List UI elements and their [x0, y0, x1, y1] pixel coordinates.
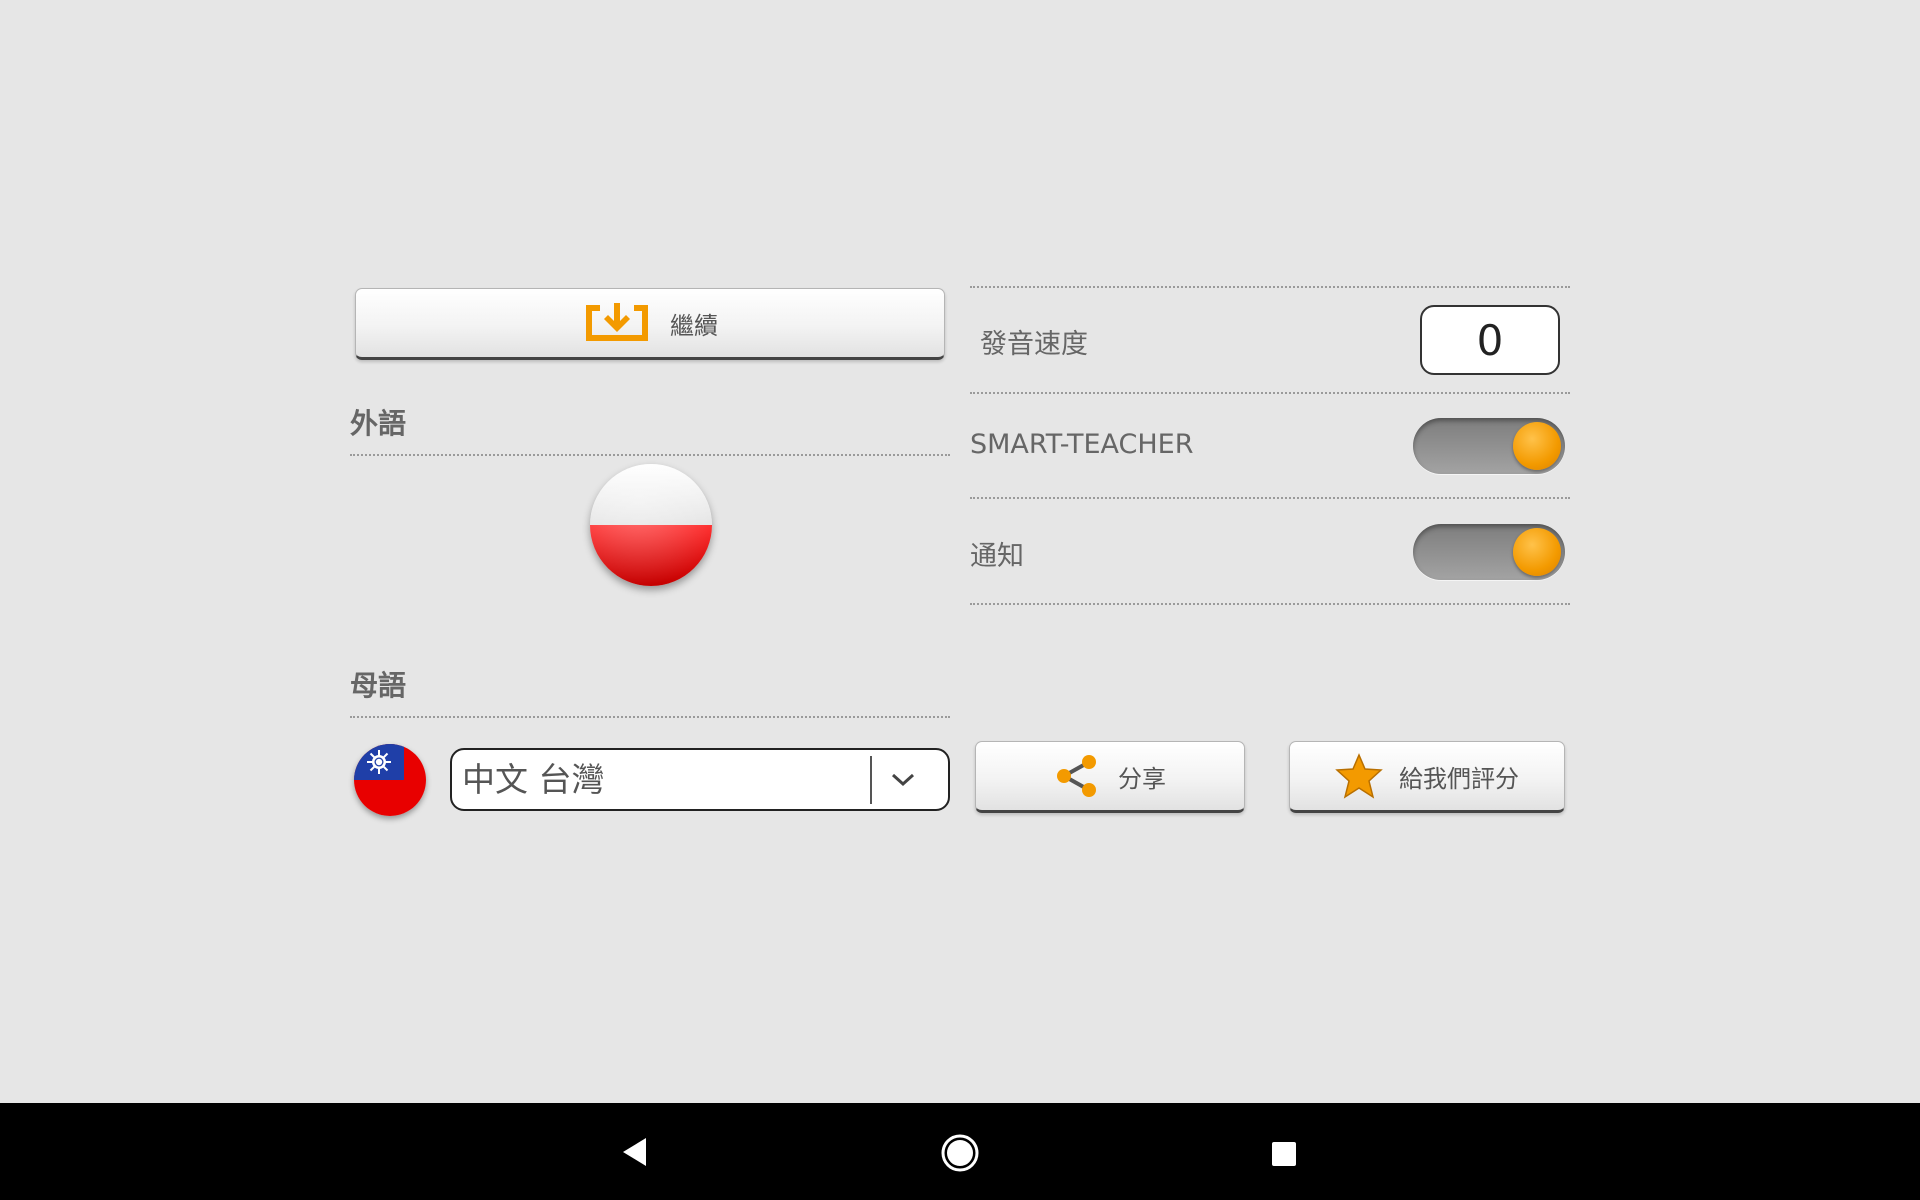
- rate-label: 給我們評分: [1399, 764, 1519, 793]
- download-tray-icon: [582, 301, 652, 345]
- select-divider: [870, 756, 872, 804]
- divider: [970, 603, 1570, 605]
- speech-speed-label: 發音速度: [980, 329, 1088, 360]
- poland-flag-icon[interactable]: [590, 464, 712, 586]
- divider: [970, 286, 1570, 288]
- toggle-knob: [1513, 528, 1561, 576]
- settings-screen: 繼續 外語 母語 中文 台灣 發音速度 0 SMART-TEACHER 通知 分…: [0, 0, 1920, 1200]
- recents-icon[interactable]: [1271, 1141, 1297, 1171]
- divider: [970, 392, 1570, 394]
- home-icon[interactable]: [940, 1133, 980, 1177]
- continue-label: 繼續: [670, 311, 718, 340]
- smart-teacher-toggle[interactable]: [1413, 418, 1565, 474]
- divider: [350, 716, 950, 718]
- native-language-title: 母語: [350, 669, 407, 702]
- navigation-bar: [0, 1103, 1920, 1200]
- native-language-value: 中文 台灣: [462, 760, 605, 799]
- speech-speed-value[interactable]: 0: [1420, 305, 1560, 375]
- share-button[interactable]: 分享: [975, 741, 1245, 813]
- notification-label: 通知: [970, 541, 1024, 572]
- star-icon: [1335, 753, 1383, 799]
- rate-button[interactable]: 給我們評分: [1289, 741, 1565, 813]
- divider: [350, 454, 950, 456]
- share-label: 分享: [1118, 764, 1166, 793]
- back-icon[interactable]: [620, 1136, 650, 1172]
- notification-toggle[interactable]: [1413, 524, 1565, 580]
- smart-teacher-label: SMART-TEACHER: [970, 429, 1194, 460]
- foreign-language-title: 外語: [350, 407, 407, 440]
- taiwan-flag-icon: [354, 744, 426, 816]
- chevron-down-icon: [888, 764, 918, 798]
- toggle-knob: [1513, 422, 1561, 470]
- share-icon: [1054, 753, 1100, 799]
- continue-button[interactable]: 繼續: [355, 288, 945, 360]
- native-language-select[interactable]: 中文 台灣: [450, 748, 950, 811]
- divider: [970, 497, 1570, 499]
